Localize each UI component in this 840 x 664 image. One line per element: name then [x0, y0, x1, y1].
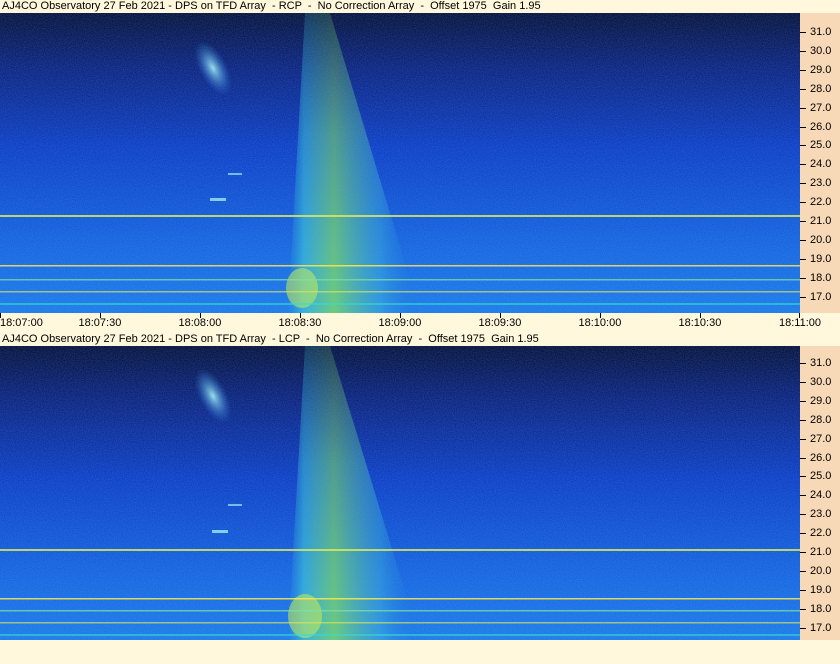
x-tick-label: 18:08:00 — [178, 317, 222, 329]
interference-line-16-8 — [0, 634, 800, 636]
panel-title-rcp: AJ4CO Observatory 27 Feb 2021 - DPS on T… — [2, 0, 541, 12]
y-tick — [800, 88, 806, 90]
y-tick — [800, 202, 806, 204]
y-tick-label: 23.0 — [810, 177, 832, 190]
y-tick — [800, 221, 806, 222]
y-axis-rcp: 31.0 30.0 29.0 28.0 27.0 26.0 25.0 24.0 23.0 22.0… — [800, 13, 840, 313]
y-tick — [800, 363, 806, 364]
y-axis-lcp: 31.0 30.0 29.0 28.0 27.0 26.0 25.0 24.0 23.0 22.0… — [800, 346, 840, 640]
x-tick-label: 18:07:00 — [0, 317, 43, 329]
x-tick-label: 18:08:30 — [278, 317, 322, 329]
interference-line-21 — [0, 549, 800, 551]
x-tick-label: 18:10:00 — [578, 317, 622, 329]
y-tick — [800, 457, 806, 459]
y-tick-label: 25.0 — [810, 139, 832, 152]
y-tick-label: 28.0 — [810, 413, 832, 426]
fragment-23 — [228, 504, 242, 506]
fragment-23 — [228, 173, 242, 175]
y-tick — [800, 107, 806, 109]
interference-line-18 — [0, 279, 800, 281]
y-tick — [800, 69, 806, 71]
fragment-22 — [212, 530, 228, 533]
y-tick-label: 26.0 — [810, 120, 832, 133]
y-tick — [800, 419, 806, 421]
y-tick — [800, 277, 806, 279]
spectrogram-rcp-svg — [0, 13, 800, 313]
y-tick-label: 31.0 — [810, 26, 832, 38]
x-axis: 18:07:00 18:07:30 18:08:00 18:08:30 18:09:00… — [0, 313, 840, 333]
spectrogram-lcp-svg — [0, 346, 800, 640]
y-tick — [800, 495, 806, 497]
y-tick-label: 25.0 — [810, 470, 832, 483]
y-tick — [800, 50, 806, 52]
interference-line-17-3 — [0, 622, 800, 624]
y-tick-label: 17.0 — [810, 621, 832, 634]
y-tick-label: 23.0 — [810, 508, 832, 521]
y-tick — [800, 126, 806, 128]
interference-line-18 — [0, 610, 800, 612]
y-tick-label: 18.0 — [810, 602, 832, 615]
y-tick-label: 19.0 — [810, 583, 832, 596]
y-tick — [800, 381, 806, 383]
y-tick — [800, 570, 806, 572]
spectrogram-rcp — [0, 13, 800, 313]
y-tick-label: 24.0 — [810, 489, 832, 502]
spectrogram-lcp — [0, 346, 800, 640]
y-tick-label: 22.0 — [810, 527, 832, 540]
x-tick-label: 18:07:30 — [78, 317, 122, 329]
y-tick — [800, 438, 806, 440]
y-tick-label: 31.0 — [810, 357, 832, 369]
y-tick-label: 30.0 — [810, 44, 832, 57]
y-tick — [800, 164, 806, 166]
y-tick — [800, 627, 806, 629]
interference-line-16-8 — [0, 303, 800, 305]
y-tick — [800, 32, 806, 33]
y-tick-label: 17.0 — [810, 290, 832, 303]
y-tick-label: 26.0 — [810, 451, 832, 464]
y-tick — [800, 239, 806, 241]
panel-title-lcp: AJ4CO Observatory 27 Feb 2021 - DPS on T… — [2, 333, 539, 345]
y-tick-label: 21.0 — [810, 546, 832, 558]
y-tick — [800, 552, 806, 553]
y-tick — [800, 400, 806, 402]
burst-core — [288, 594, 322, 638]
x-tick-label: 18:09:30 — [478, 317, 522, 329]
y-tick-label: 29.0 — [810, 63, 832, 76]
y-tick-label: 28.0 — [810, 82, 832, 95]
x-tick-label: 18:10:30 — [678, 317, 722, 329]
y-tick — [800, 296, 806, 298]
y-tick-label: 30.0 — [810, 375, 832, 388]
y-tick-label: 20.0 — [810, 233, 832, 246]
y-tick-label: 27.0 — [810, 432, 832, 445]
bottom-strip — [0, 640, 840, 664]
y-tick — [800, 145, 806, 147]
interference-line-21 — [0, 215, 800, 217]
y-tick-label: 20.0 — [810, 564, 832, 577]
y-tick — [800, 514, 806, 516]
x-tick-label: 18:09:00 — [378, 317, 422, 329]
y-tick-label: 22.0 — [810, 196, 832, 209]
y-tick-label: 21.0 — [810, 215, 832, 227]
y-tick — [800, 533, 806, 535]
y-tick — [800, 258, 806, 260]
y-tick-label: 18.0 — [810, 271, 832, 284]
interference-line-17-3 — [0, 291, 800, 293]
interference-line-18-7 — [0, 265, 800, 267]
interference-line-18-7 — [0, 598, 800, 600]
y-tick-label: 19.0 — [810, 252, 832, 265]
y-tick — [800, 476, 806, 478]
y-tick — [800, 608, 806, 610]
x-tick-label: 18:11:00 — [779, 317, 822, 329]
fragment-22 — [210, 198, 226, 201]
y-tick-label: 29.0 — [810, 394, 832, 407]
y-tick-label: 24.0 — [810, 158, 832, 171]
y-tick-label: 27.0 — [810, 101, 832, 114]
y-tick — [800, 183, 806, 185]
y-tick — [800, 589, 806, 591]
burst-core — [286, 268, 318, 308]
